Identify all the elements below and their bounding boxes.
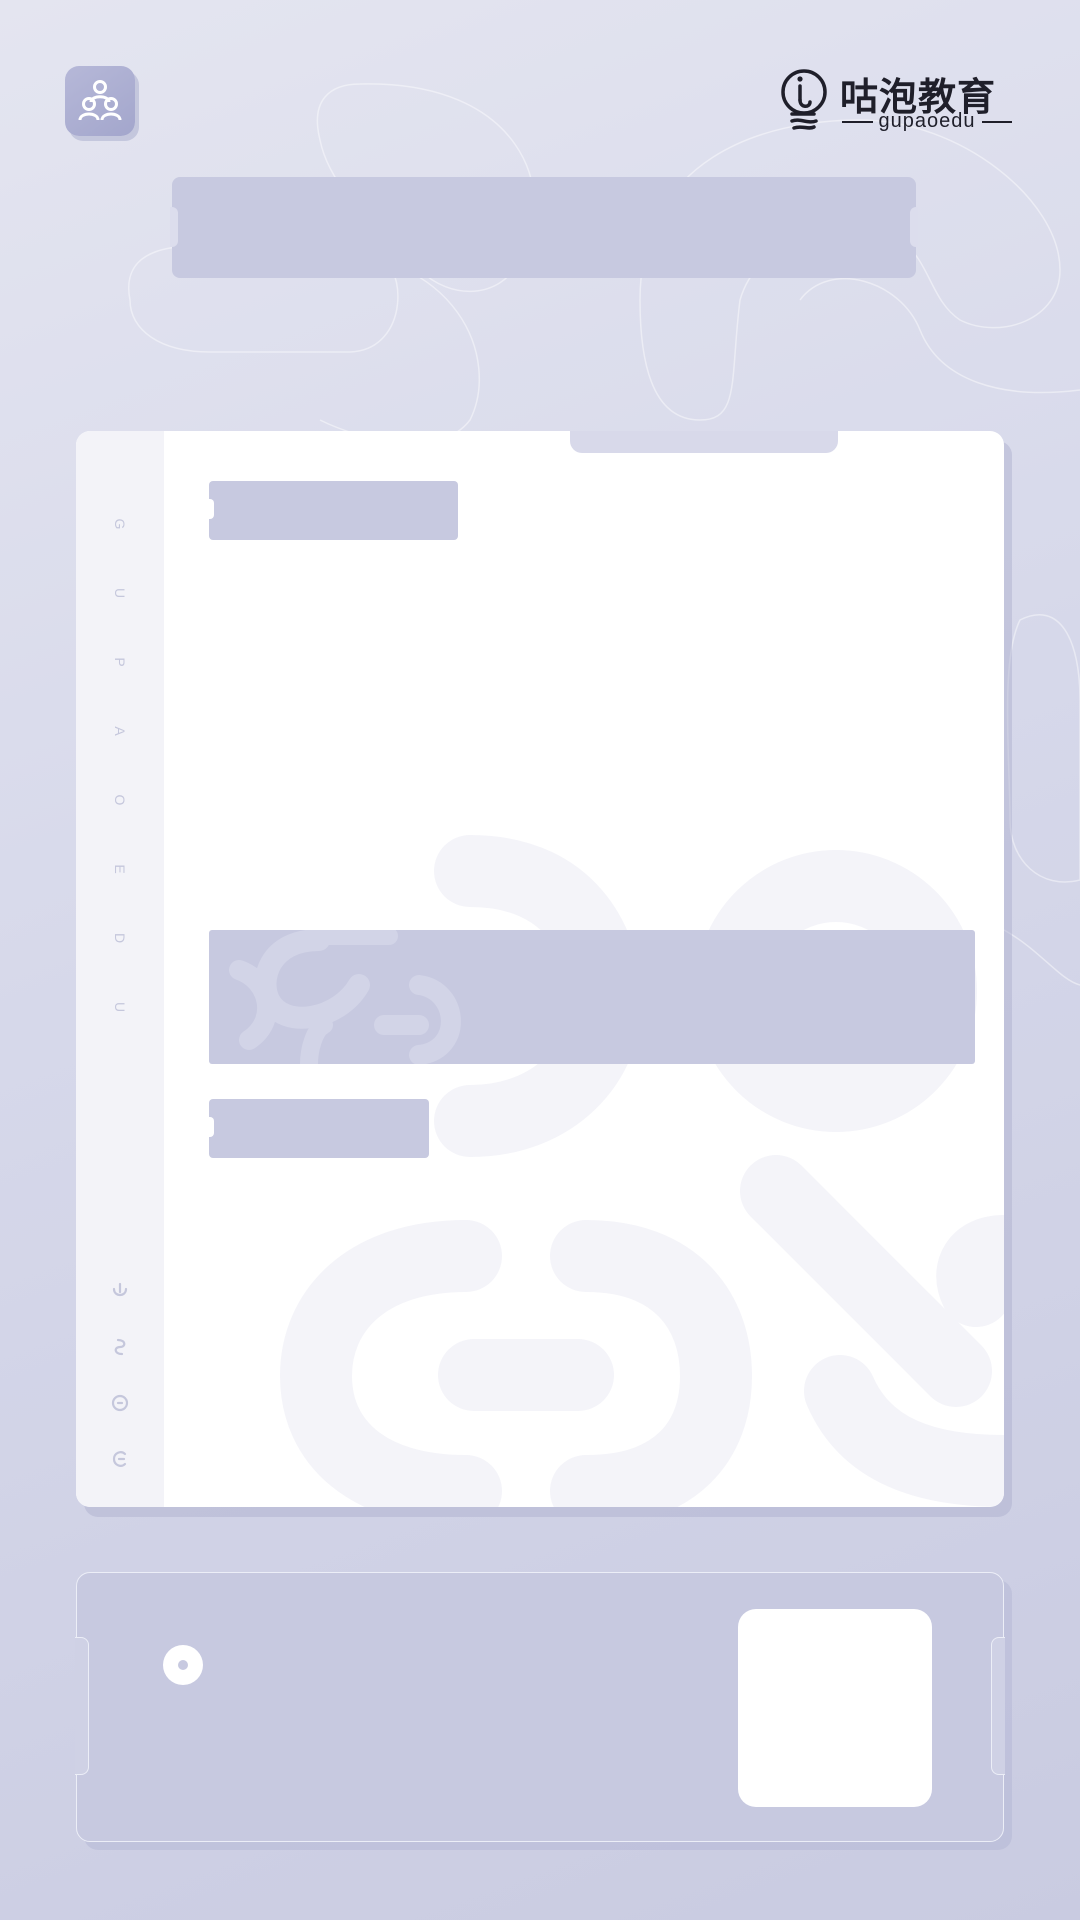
brand-logo: 咕泡教育 gupaoedu <box>780 66 1013 138</box>
subheading-placeholder <box>208 1099 429 1158</box>
side-strip: G U P A O E D U <box>76 431 164 1507</box>
brand-name-en: gupaoedu <box>878 110 976 132</box>
section-heading-placeholder <box>208 481 458 540</box>
p-glyph-icon <box>111 1394 129 1412</box>
g-glyph-icon <box>112 1282 128 1297</box>
divider <box>981 120 1013 123</box>
side-letter: U <box>112 1001 128 1013</box>
card-notch <box>570 431 838 453</box>
ticket-notch-left <box>75 1637 89 1775</box>
a-glyph-icon <box>112 1451 127 1467</box>
title-banner <box>170 177 918 278</box>
ticket-notch-right <box>991 1637 1005 1775</box>
main-card: G U P A O E D U <box>76 431 1004 1507</box>
u-glyph-icon <box>114 1338 126 1356</box>
team-badge[interactable] <box>65 66 135 136</box>
content-banner-placeholder <box>209 930 975 1064</box>
banner-decoration <box>229 930 461 1064</box>
bullet-dot-icon <box>163 1645 203 1685</box>
qr-code-placeholder <box>738 1609 932 1807</box>
lightbulb-logo-icon <box>781 69 827 130</box>
ticket-panel <box>75 1572 1005 1842</box>
divider <box>842 120 873 123</box>
team-icon <box>78 80 122 121</box>
brand-name-en-row: gupaoedu <box>842 110 1013 133</box>
